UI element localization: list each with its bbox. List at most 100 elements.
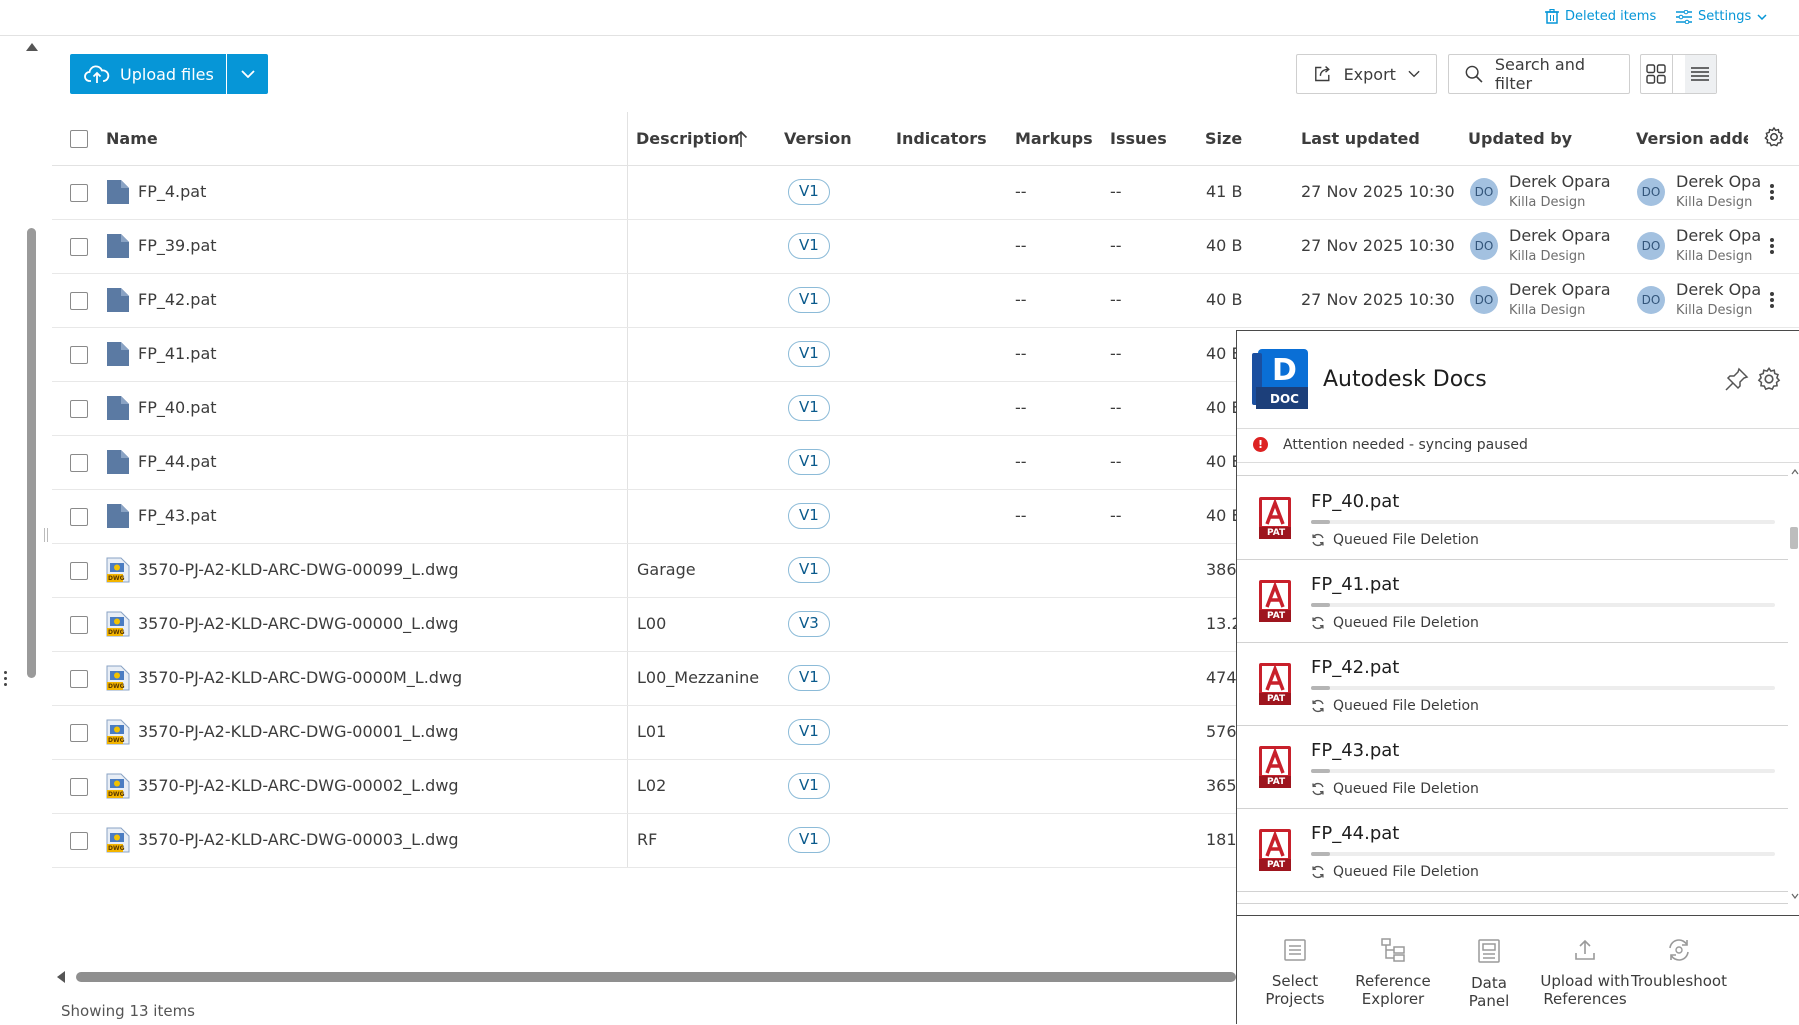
version-badge[interactable]: V1 [788, 665, 830, 691]
table-row[interactable]: FP_39.pat V1 -- -- 40 B 27 Nov 2025 10:30 DO De… [52, 220, 1799, 274]
queue-item[interactable]: PAT FP_42.pat Queued File Deletion [1237, 643, 1788, 726]
queue-scrollbar-thumb[interactable] [1790, 527, 1798, 549]
queue-item[interactable]: PAT FP_41.pat Queued File Deletion [1237, 560, 1788, 643]
updated-by-name[interactable]: Derek Opara [1509, 280, 1611, 299]
column-header-last-updated[interactable]: Last updated [1301, 129, 1420, 148]
attention-banner[interactable]: ! Attention needed - syncing paused [1237, 429, 1799, 463]
version-badge[interactable]: V1 [788, 827, 830, 853]
version-badge[interactable]: V1 [788, 719, 830, 745]
scroll-down-arrow-icon[interactable] [1791, 893, 1799, 899]
file-name[interactable]: FP_43.pat [138, 506, 217, 525]
deleted-items-link[interactable]: Deleted items [1545, 9, 1656, 24]
search-and-filter-button[interactable]: Search and filter [1448, 54, 1630, 94]
row-checkbox[interactable] [70, 346, 88, 364]
table-row[interactable]: FP_4.pat V1 -- -- 41 B 27 Nov 2025 10:30 DO Der… [52, 166, 1799, 220]
settings-menu[interactable]: Settings [1676, 9, 1767, 24]
row-checkbox[interactable] [70, 508, 88, 526]
sort-ascending-icon[interactable] [734, 130, 748, 148]
row-checkbox[interactable] [70, 778, 88, 796]
column-header-description[interactable]: Description [636, 129, 739, 148]
scroll-up-arrow-icon[interactable] [25, 42, 39, 52]
version-added-by-name[interactable]: Derek Opa [1676, 280, 1761, 299]
upload-options-dropdown[interactable] [227, 54, 268, 94]
grid-view-button[interactable] [1641, 55, 1673, 93]
column-header-size[interactable]: Size [1205, 129, 1242, 148]
select-projects-button[interactable]: Select Projects [1243, 938, 1347, 1008]
file-name[interactable]: FP_39.pat [138, 236, 217, 255]
file-name[interactable]: 3570-PJ-A2-KLD-ARC-DWG-00003_L.dwg [138, 830, 459, 849]
version-badge[interactable]: V1 [788, 179, 830, 205]
panel-settings-gear-icon[interactable] [1756, 366, 1782, 392]
queue-scrollbar[interactable] [1788, 467, 1799, 903]
queue-item[interactable]: PAT FP_40.pat Queued File Deletion [1237, 477, 1788, 560]
file-name[interactable]: FP_4.pat [138, 182, 206, 201]
version-added-by-name[interactable]: Derek Opa [1676, 172, 1761, 191]
vertical-scrollbar-thumb[interactable] [27, 228, 36, 678]
queue-item[interactable]: PAT FP_44.pat Queued File Deletion [1237, 809, 1788, 892]
version-added-by-name[interactable]: Derek Opa [1676, 226, 1761, 245]
file-description: L00_Mezzanine [637, 668, 760, 687]
version-badge[interactable]: V1 [788, 287, 830, 313]
file-name[interactable]: FP_44.pat [138, 452, 217, 471]
row-checkbox[interactable] [70, 454, 88, 472]
queue-item[interactable]: PAT FP_43.pat Queued File Deletion [1237, 726, 1788, 809]
file-name[interactable]: 3570-PJ-A2-KLD-ARC-DWG-00002_L.dwg [138, 776, 459, 795]
row-checkbox[interactable] [70, 184, 88, 202]
version-badge[interactable]: V1 [788, 503, 830, 529]
pin-icon[interactable] [1725, 367, 1749, 391]
column-header-version[interactable]: Version [784, 129, 852, 148]
upload-with-references-button[interactable]: Upload with References [1533, 938, 1637, 1008]
column-header-updated-by[interactable]: Updated by [1468, 129, 1572, 148]
queue-progress-bar [1311, 769, 1775, 773]
file-name[interactable]: FP_40.pat [138, 398, 217, 417]
file-name[interactable]: 3570-PJ-A2-KLD-ARC-DWG-00000_L.dwg [138, 614, 459, 633]
version-badge[interactable]: V1 [788, 395, 830, 421]
column-settings-gear-icon[interactable] [1763, 126, 1785, 148]
row-checkbox[interactable] [70, 292, 88, 310]
column-header-issues[interactable]: Issues [1110, 129, 1167, 148]
row-more-options-icon[interactable] [1769, 236, 1775, 258]
version-badge[interactable]: V1 [788, 773, 830, 799]
version-badge[interactable]: V1 [788, 449, 830, 475]
horizontal-scrollbar-thumb[interactable] [76, 972, 1236, 982]
row-checkbox[interactable] [70, 562, 88, 580]
row-checkbox[interactable] [70, 616, 88, 634]
version-badge[interactable]: V1 [788, 557, 830, 583]
version-badge[interactable]: V1 [788, 233, 830, 259]
list-view-button[interactable] [1684, 55, 1716, 93]
column-header-markups[interactable]: Markups [1015, 129, 1093, 148]
scroll-up-arrow-icon[interactable] [1791, 469, 1799, 475]
version-badge[interactable]: V3 [788, 611, 830, 637]
row-checkbox[interactable] [70, 400, 88, 418]
file-name[interactable]: FP_42.pat [138, 290, 217, 309]
panel-drag-handle[interactable] [2, 668, 8, 700]
export-button[interactable]: Export [1296, 54, 1437, 94]
row-more-options-icon[interactable] [1769, 290, 1775, 312]
updated-by-name[interactable]: Derek Opara [1509, 226, 1611, 245]
version-badge[interactable]: V1 [788, 341, 830, 367]
file-name[interactable]: 3570-PJ-A2-KLD-ARC-DWG-0000M_L.dwg [138, 668, 462, 687]
sliders-icon [1676, 9, 1692, 24]
column-header-version-added[interactable]: Version added [1636, 129, 1748, 148]
troubleshoot-button[interactable]: Troubleshoot [1627, 938, 1731, 990]
row-checkbox[interactable] [70, 832, 88, 850]
column-header-name[interactable]: Name [106, 129, 158, 148]
scroll-left-arrow-icon[interactable] [56, 970, 66, 984]
row-checkbox[interactable] [70, 670, 88, 688]
row-more-options-icon[interactable] [1769, 182, 1775, 204]
table-row[interactable]: FP_42.pat V1 -- -- 40 B 27 Nov 2025 10:30 DO De… [52, 274, 1799, 328]
data-panel-button[interactable]: Data Panel [1437, 938, 1541, 1010]
row-checkbox[interactable] [70, 238, 88, 256]
file-name[interactable]: 3570-PJ-A2-KLD-ARC-DWG-00099_L.dwg [138, 560, 459, 579]
column-header-indicators[interactable]: Indicators [896, 129, 987, 148]
file-name[interactable]: 3570-PJ-A2-KLD-ARC-DWG-00001_L.dwg [138, 722, 459, 741]
file-name[interactable]: FP_41.pat [138, 344, 217, 363]
select-all-checkbox[interactable] [70, 130, 88, 148]
upload-files-label: Upload files [120, 64, 214, 84]
upload-files-button[interactable]: Upload files [70, 54, 226, 94]
queue-progress-fill [1311, 686, 1330, 690]
reference-explorer-button[interactable]: Reference Explorer [1341, 938, 1445, 1008]
updated-by-name[interactable]: Derek Opara [1509, 172, 1611, 191]
column-resize-grip[interactable] [44, 528, 48, 542]
row-checkbox[interactable] [70, 724, 88, 742]
